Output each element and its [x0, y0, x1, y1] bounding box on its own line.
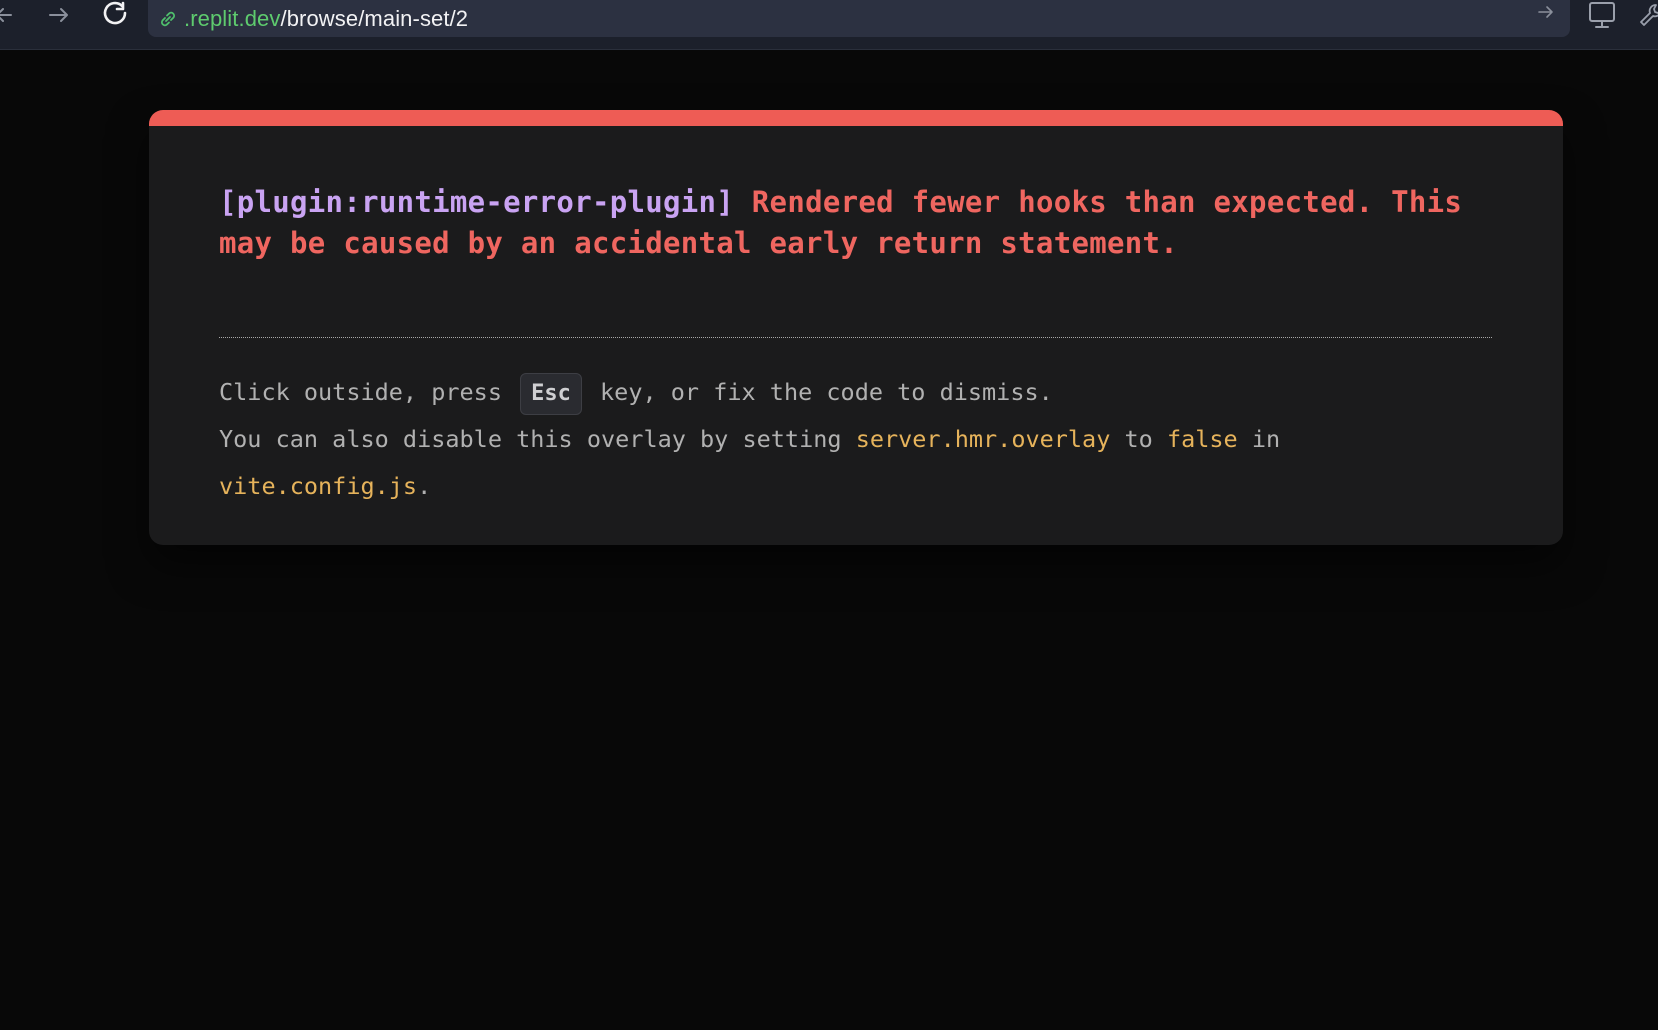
error-overlay: [plugin:runtime-error-plugin] Rendered f… — [149, 110, 1563, 545]
plugin-id: [plugin:runtime-error-plugin] — [219, 185, 735, 219]
tip-text: key, or fix the code to dismiss. — [600, 378, 1053, 406]
tip-text: in — [1251, 425, 1281, 453]
tip-text: . — [417, 472, 432, 500]
url-domain: .replit.dev — [184, 5, 281, 31]
divider — [219, 337, 1492, 338]
monitor-icon[interactable] — [1586, 0, 1618, 30]
link-icon — [156, 7, 180, 31]
address-bar[interactable]: .replit.dev/browse/main-set/2 — [148, 0, 1570, 37]
url-text: .replit.dev/browse/main-set/2 — [184, 6, 468, 32]
forward-arrow-icon[interactable] — [44, 0, 74, 30]
browser-toolbar: .replit.dev/browse/main-set/2 — [0, 0, 1658, 50]
url-path: /browse/main-set/2 — [280, 5, 469, 31]
go-arrow-icon[interactable] — [1536, 2, 1556, 27]
tip-text: to — [1124, 425, 1153, 453]
tip-line-3: vite.config.js. — [219, 463, 1529, 510]
tip-text: Click outside, press — [219, 378, 502, 406]
back-arrow-icon[interactable] — [0, 0, 16, 30]
wrench-icon[interactable] — [1638, 0, 1658, 30]
dismiss-tip: Click outside, press Esc key, or fix the… — [219, 369, 1529, 510]
tip-line-2: You can also disable this overlay by set… — [219, 416, 1529, 463]
tip-text: You can also disable this overlay by set… — [219, 425, 842, 453]
setting-code: server.hmr.overlay — [855, 425, 1111, 453]
tip-line-1: Click outside, press Esc key, or fix the… — [219, 369, 1529, 416]
config-file-code: vite.config.js — [219, 472, 418, 500]
value-code: false — [1166, 425, 1238, 453]
esc-key: Esc — [520, 373, 582, 415]
error-message: [plugin:runtime-error-plugin] Rendered f… — [219, 182, 1529, 264]
reload-icon[interactable] — [98, 0, 134, 30]
